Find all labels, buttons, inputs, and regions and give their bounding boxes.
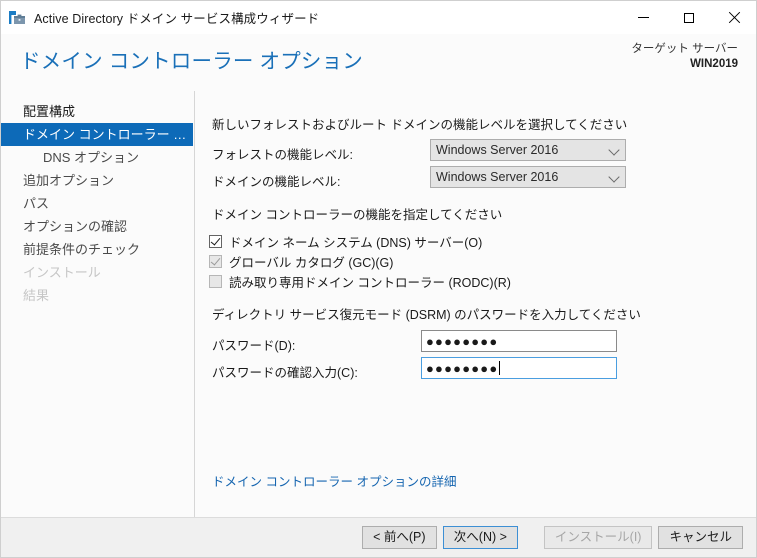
wizard-body: 配置構成 ドメイン コントローラー オプシ... DNS オプション 追加オプシ… — [1, 91, 756, 517]
page-title: ドメイン コントローラー オプション — [20, 52, 363, 73]
sidebar-item-prerequisites-check[interactable]: 前提条件のチェック — [1, 238, 194, 261]
sidebar-item-domain-controller-options[interactable]: ドメイン コントローラー オプシ... — [1, 123, 193, 146]
minimize-icon — [638, 17, 649, 18]
password-label: パスワード(D): — [212, 335, 295, 354]
forest-functional-level-value: Windows Server 2016 — [436, 143, 558, 157]
wizard-content: 新しいフォレストおよびルート ドメインの機能レベルを選択してください フォレスト… — [195, 91, 756, 517]
checkbox-label-rodc: 読み取り専用ドメイン コントローラー (RODC)(R) — [229, 272, 511, 291]
checkbox-global-catalog — [209, 255, 222, 268]
target-server-name: WIN2019 — [631, 57, 738, 72]
sidebar-item-results: 結果 — [1, 284, 194, 307]
chevron-down-icon — [608, 171, 619, 182]
password-confirm-input[interactable]: ●●●●●●●● — [421, 357, 617, 379]
forest-functional-level-label: フォレストの機能レベル: — [212, 144, 353, 163]
minimize-button[interactable] — [621, 1, 666, 34]
window-title: Active Directory ドメイン サービス構成ウィザード — [34, 8, 319, 27]
more-about-domain-controller-options-link[interactable]: ドメイン コントローラー オプションの詳細 — [212, 471, 456, 490]
text-cursor — [499, 361, 500, 375]
close-button[interactable] — [711, 1, 756, 34]
cancel-button[interactable]: キャンセル — [658, 526, 743, 549]
password-input[interactable]: ●●●●●●●● — [421, 330, 617, 352]
domain-functional-level-select[interactable]: Windows Server 2016 — [430, 166, 626, 188]
sidebar-item-deployment-configuration[interactable]: 配置構成 — [1, 100, 194, 123]
domain-functional-level-label: ドメインの機能レベル: — [212, 171, 340, 190]
page-header: ドメイン コントローラー オプション ターゲット サーバー WIN2019 — [1, 34, 756, 91]
wizard-step-navigation: 配置構成 ドメイン コントローラー オプシ... DNS オプション 追加オプシ… — [1, 91, 195, 517]
sidebar-item-additional-options[interactable]: 追加オプション — [1, 169, 194, 192]
target-server-label: ターゲット サーバー — [631, 42, 738, 57]
previous-button[interactable]: < 前へ(P) — [362, 526, 437, 549]
password-value: ●●●●●●●● — [426, 335, 498, 348]
sidebar-item-dns-options[interactable]: DNS オプション — [1, 146, 194, 169]
wizard-footer: < 前へ(P) 次へ(N) > インストール(I) キャンセル — [1, 517, 756, 557]
forest-functional-level-select[interactable]: Windows Server 2016 — [430, 139, 626, 161]
capabilities-heading: ドメイン コントローラーの機能を指定してください — [212, 204, 502, 223]
checkbox-dns-server[interactable] — [209, 235, 222, 248]
adds-configuration-wizard-window: Active Directory ドメイン サービス構成ウィザード ドメイン コ… — [0, 0, 757, 558]
sidebar-item-paths[interactable]: パス — [1, 192, 194, 215]
domain-functional-level-value: Windows Server 2016 — [436, 170, 558, 184]
password-confirm-label: パスワードの確認入力(C): — [212, 362, 358, 381]
chevron-down-icon — [608, 144, 619, 155]
checkbox-row-global-catalog: グローバル カタログ (GC)(G) — [209, 252, 393, 271]
sidebar-item-review-options[interactable]: オプションの確認 — [1, 215, 194, 238]
server-manager-icon — [8, 9, 26, 27]
checkbox-rodc — [209, 275, 222, 288]
checkbox-row-rodc: 読み取り専用ドメイン コントローラー (RODC)(R) — [209, 272, 511, 291]
maximize-icon — [684, 13, 694, 23]
checkbox-row-dns-server[interactable]: ドメイン ネーム システム (DNS) サーバー(O) — [209, 232, 482, 251]
sidebar-item-installation: インストール — [1, 261, 194, 284]
checkbox-label-dns-server: ドメイン ネーム システム (DNS) サーバー(O) — [229, 232, 482, 251]
maximize-button[interactable] — [666, 1, 711, 34]
close-icon — [728, 12, 740, 24]
install-button: インストール(I) — [544, 526, 653, 549]
checkbox-label-global-catalog: グローバル カタログ (GC)(G) — [229, 252, 393, 271]
password-confirm-value: ●●●●●●●● — [426, 362, 498, 375]
dsrm-heading: ディレクトリ サービス復元モード (DSRM) のパスワードを入力してください — [212, 304, 641, 323]
next-button[interactable]: 次へ(N) > — [443, 526, 518, 549]
window-controls — [621, 1, 756, 34]
functional-level-heading: 新しいフォレストおよびルート ドメインの機能レベルを選択してください — [212, 114, 627, 133]
target-server-info: ターゲット サーバー WIN2019 — [631, 42, 738, 72]
title-bar: Active Directory ドメイン サービス構成ウィザード — [1, 1, 756, 34]
